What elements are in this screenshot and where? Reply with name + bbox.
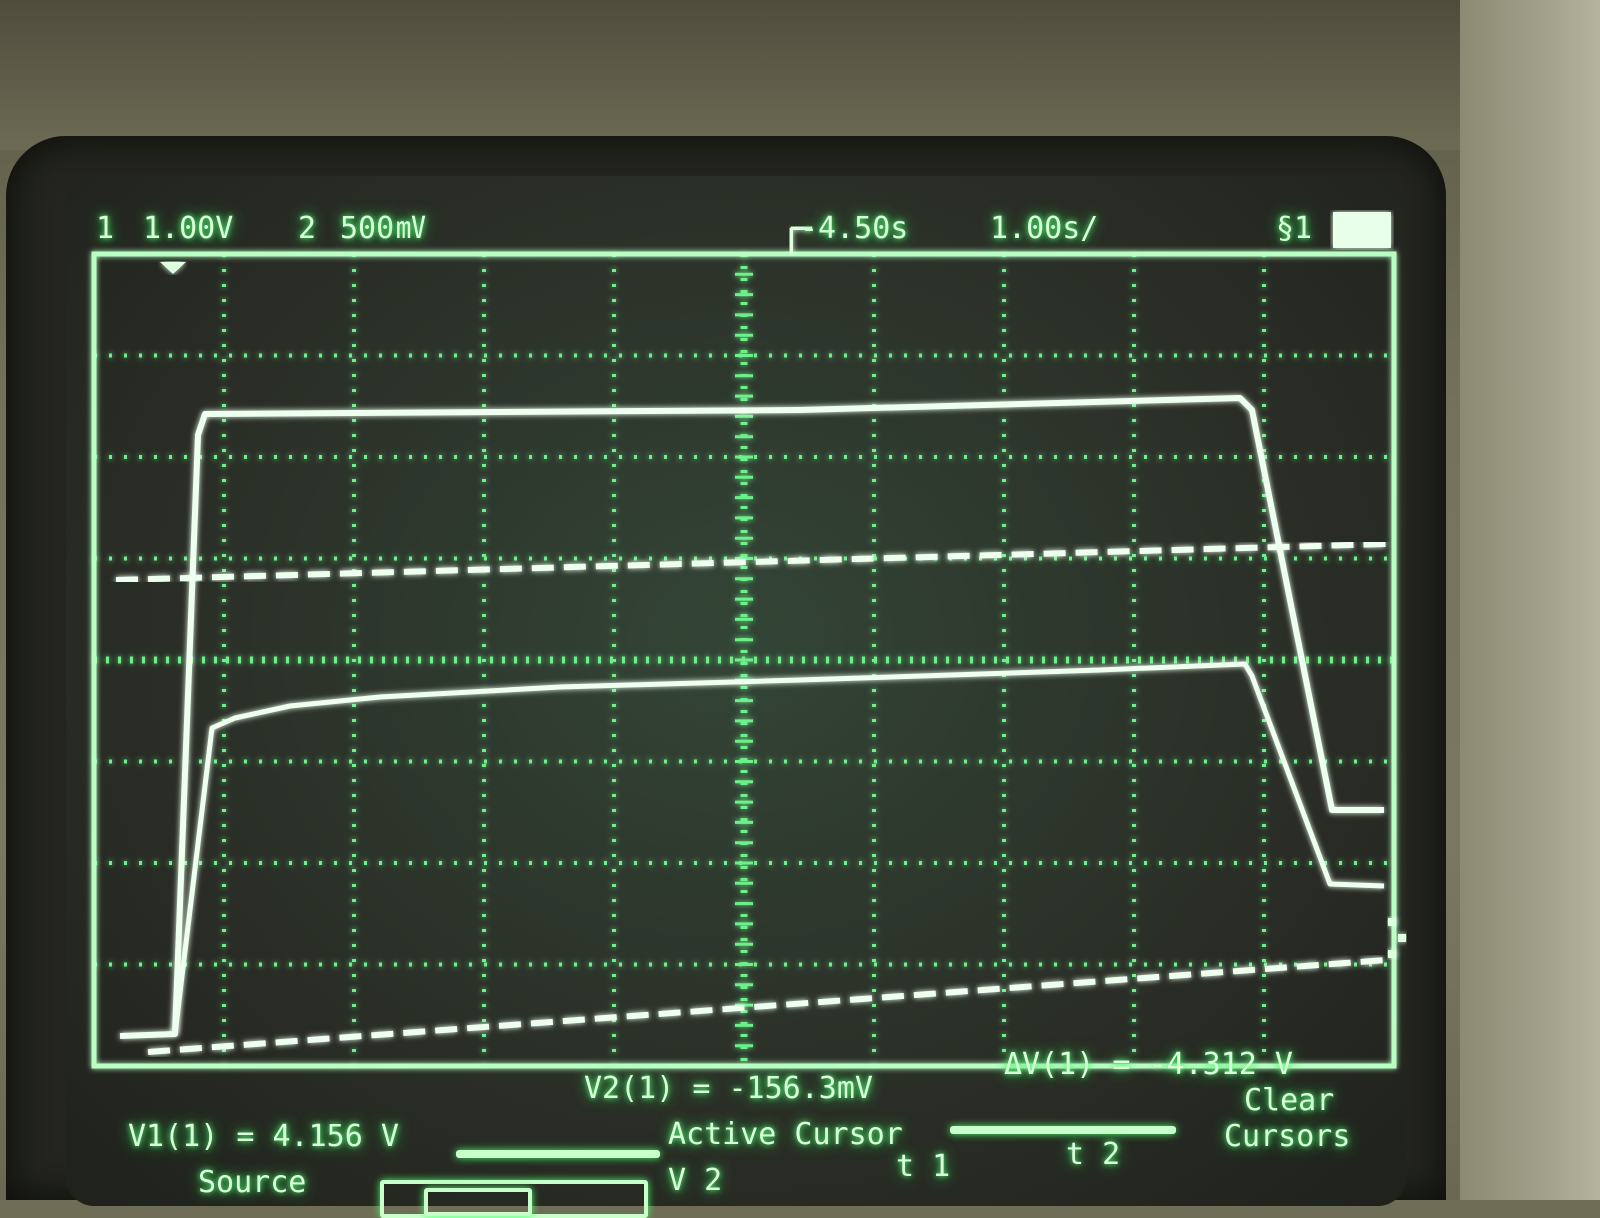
softkey-t2[interactable]: t 2 (1066, 1140, 1120, 1170)
ch1-ground-marker-icon (160, 262, 186, 274)
softkey-active-cursor-title: Active Cursor (668, 1117, 903, 1152)
softkey-clear-cursors-line1[interactable]: Clear (1244, 1086, 1334, 1116)
mv-unit-icon: ㎷ (396, 211, 426, 246)
ch2-number: 2 (298, 211, 317, 246)
timebase-scale: 1.00s/ (990, 211, 1099, 246)
horizontal-delay: -4.50s (800, 211, 909, 246)
trigger-source: §1 (1276, 211, 1313, 246)
cursor-v1-line (115, 541, 1387, 583)
softkey-source[interactable]: Source (198, 1168, 306, 1198)
ch2-scale: 500 (340, 211, 395, 246)
active-cursor-group-line-right (950, 1126, 1176, 1134)
oscilloscope-photo-background: 1 1.00V 2 500 ㎷ -4.50s 1.00s/ §1 V2(1) =… (0, 0, 1600, 1218)
cursor-v1-readout: V1(1) = 4.156 V (128, 1119, 399, 1154)
ch2-trace (172, 661, 1385, 1035)
ch1-scale: 1.00V (143, 211, 234, 246)
softkey-clear-cursors-line2[interactable]: Cursors (1224, 1122, 1350, 1152)
softkey-source-selector-inner (424, 1188, 532, 1216)
softkey-v2[interactable]: V 2 (668, 1166, 722, 1196)
active-cursor-group-line-left (456, 1150, 660, 1158)
trigger-slope-icon (1333, 212, 1391, 248)
cursor-v2-line (147, 957, 1387, 1055)
scope-display (91, 212, 1406, 1069)
right-edge-marker-icon (1388, 918, 1406, 958)
ch1-number: 1 (96, 211, 115, 246)
graticule-grid (94, 254, 1394, 1066)
cursor-v2-readout: V2(1) = -156.3mV (584, 1071, 873, 1106)
ch1-trace (119, 395, 1384, 1039)
cursor-delta-v-readout: ΔV(1) = -4.312 V (1004, 1047, 1293, 1082)
softkey-t1[interactable]: t 1 (896, 1152, 950, 1182)
